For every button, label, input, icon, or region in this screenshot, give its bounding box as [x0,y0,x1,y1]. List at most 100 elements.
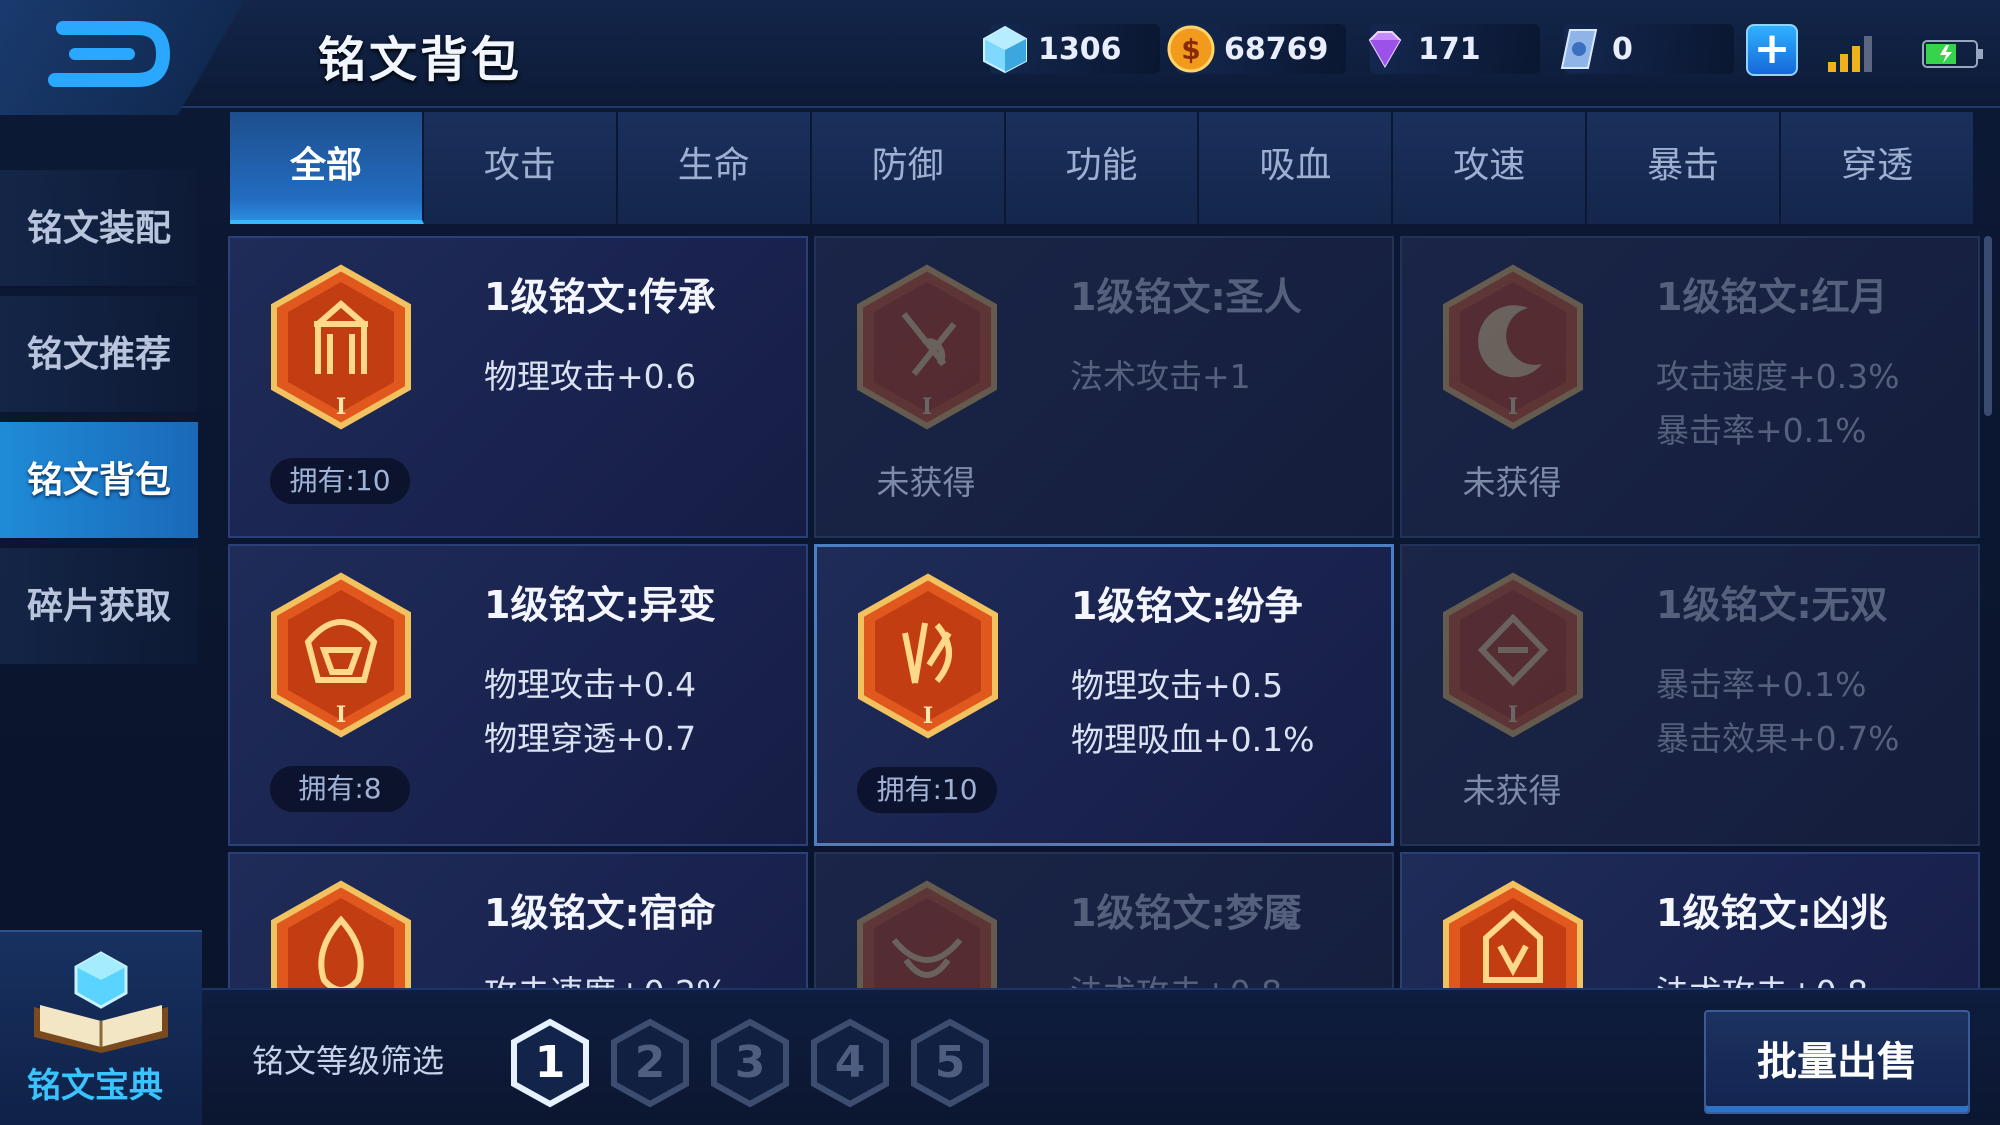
level-filter-4[interactable]: 4 [808,1018,892,1108]
nightmare-rune-icon [857,880,997,988]
tab-utility[interactable]: 功能 [1005,112,1200,224]
rune-card[interactable]: 1级铭文:宿命 攻击速度+0.2% [228,852,808,988]
sidebar-item-backpack[interactable]: 铭文背包 [0,422,198,540]
svg-text:$: $ [1181,33,1200,66]
level-filter-label: 铭文等级筛选 [252,1042,445,1080]
rune-attribute: 物理穿透+0.7 [484,719,697,758]
diamond-icon [983,25,1027,74]
rune-name: 1级铭文:宿命 [484,891,716,935]
rune-card[interactable]: I 1级铭文:圣人 法术攻击+1 未获得 [814,236,1394,538]
level-number: 5 [934,1037,966,1088]
tab-defense[interactable]: 防御 [811,112,1006,224]
owned-count: 拥有:8 [270,766,410,812]
gold-count: 68769 [1224,31,1329,67]
rune-card[interactable]: 1级铭文:梦魇 法术攻击+0.8 [814,852,1394,988]
level-number: 3 [734,1037,766,1088]
rune-name: 1级铭文:异变 [484,583,716,627]
rune-name: 1级铭文:纷争 [1071,584,1303,628]
tab-attack-speed[interactable]: 攻速 [1393,112,1588,224]
svg-text:I: I [923,703,933,729]
svg-text:I: I [336,702,346,728]
rune-attribute: 物理攻击+0.5 [1071,666,1284,705]
inheritance-rune-icon: I [271,264,411,430]
svg-text:I: I [1508,702,1518,728]
gem-count: 171 [1418,31,1481,67]
mutation-rune-icon: I [271,572,411,738]
rune-name: 1级铭文:传承 [484,275,716,319]
svg-text:I: I [336,394,346,420]
svg-text:I: I [1508,394,1518,420]
top-bar: 铭文背包 1306 $ 68769 171 0 + [0,0,2000,115]
rune-card[interactable]: I 1级铭文:异变 物理攻击+0.4 物理穿透+0.7 拥有:8 [228,544,808,846]
rune-card[interactable]: I 1级铭文:红月 攻击速度+0.3% 暴击率+0.1% 未获得 [1400,236,1980,538]
rune-attribute: 物理吸血+0.1% [1071,720,1315,759]
omen-rune-icon [1443,880,1583,988]
currency-gold: $ 68769 [1167,24,1346,74]
voucher-icon [1560,29,1598,69]
sidebar-item-recommend[interactable]: 铭文推荐 [0,296,198,414]
codex-book-icon [34,951,168,1053]
rune-attribute: 法术攻击+1 [1070,357,1251,396]
add-currency-button[interactable]: + [1746,24,1798,76]
rune-name: 1级铭文:无双 [1656,583,1888,627]
tab-all[interactable]: 全部 [230,112,424,224]
bulk-sell-button[interactable]: 批量出售 [1704,1010,1970,1114]
rune-attribute: 暴击率+0.1% [1656,665,1867,704]
tab-health[interactable]: 生命 [617,112,812,224]
level-number: 1 [534,1037,566,1088]
tab-attack[interactable]: 攻击 [423,112,618,224]
currency-voucher: 0 [1560,24,1734,74]
category-tabs: 全部 攻击 生命 防御 功能 吸血 攻速 暴击 穿透 [230,112,1976,224]
rune-attribute: 物理攻击+0.4 [484,665,697,704]
rune-attribute: 物理攻击+0.6 [484,357,697,396]
rune-card[interactable]: I 1级铭文:纷争 物理攻击+0.5 物理吸血+0.1% 拥有:10 [814,544,1394,846]
rune-card[interactable]: I 1级铭文:传承 物理攻击+0.6 拥有:10 [228,236,808,538]
rune-attribute: 攻击速度+0.3% [1656,357,1900,396]
level-filter-3[interactable]: 3 [708,1018,792,1108]
not-obtained-label: 未获得 [1462,771,1562,810]
rune-attribute: 攻击速度+0.2% [484,966,728,988]
rune-name: 1级铭文:梦魇 [1070,891,1302,935]
not-obtained-label: 未获得 [876,463,976,502]
voucher-count: 0 [1612,31,1633,67]
level-filter-5[interactable]: 5 [908,1018,992,1108]
rune-attribute: 法术攻击+0.8 [1070,966,1282,988]
sage-rune-icon: I [857,264,997,430]
owned-count: 拥有:10 [857,767,997,813]
rune-card[interactable]: 1级铭文:凶兆 法术攻击+0.8 [1400,852,1980,988]
gem-icon [1368,31,1402,69]
rune-name: 1级铭文:凶兆 [1656,891,1888,935]
tab-lifesteal[interactable]: 吸血 [1199,112,1394,224]
level-filter-2[interactable]: 2 [608,1018,692,1108]
level-number: 2 [634,1037,666,1088]
battery-icon [1922,40,1983,68]
level-number: 4 [834,1037,866,1088]
peerless-rune-icon: I [1443,572,1583,738]
tab-crit[interactable]: 暴击 [1587,112,1782,224]
rune-name: 1级铭文:红月 [1656,275,1888,319]
rune-attribute: 法术攻击+0.8 [1656,966,1868,988]
fate-rune-icon [271,880,411,988]
not-obtained-label: 未获得 [1462,463,1562,502]
sidebar-item-fragments[interactable]: 碎片获取 [0,548,198,666]
discord-rune-icon: I [858,573,998,739]
page-title: 铭文背包 [318,32,523,88]
rune-attribute: 暴击效果+0.7% [1656,719,1900,758]
back-button[interactable] [0,0,280,115]
grid-scrollbar[interactable] [1984,236,1992,416]
currency-diamond: 1306 [983,24,1160,74]
signal-icon [1828,36,1872,72]
back-arrow-icon [48,21,171,87]
currency-gem: 171 [1368,24,1540,74]
sidebar-item-equip[interactable]: 铭文装配 [0,170,198,288]
rune-card[interactable]: I 1级铭文:无双 暴击率+0.1% 暴击效果+0.7% 未获得 [1400,544,1980,846]
red-moon-rune-icon: I [1443,264,1583,430]
gold-coin-icon: $ [1167,25,1215,73]
rune-attribute: 暴击率+0.1% [1656,411,1867,450]
tab-penetration[interactable]: 穿透 [1781,112,1976,224]
level-filter-1[interactable]: 1 [508,1018,592,1108]
rune-grid: I 1级铭文:传承 物理攻击+0.6 拥有:10 I 1级铭文:圣人 法术攻击+… [228,236,1980,988]
rune-codex-button[interactable]: 铭文宝典 [0,930,202,1125]
diamond-count: 1306 [1038,31,1122,67]
codex-label: 铭文宝典 [27,1066,163,1106]
